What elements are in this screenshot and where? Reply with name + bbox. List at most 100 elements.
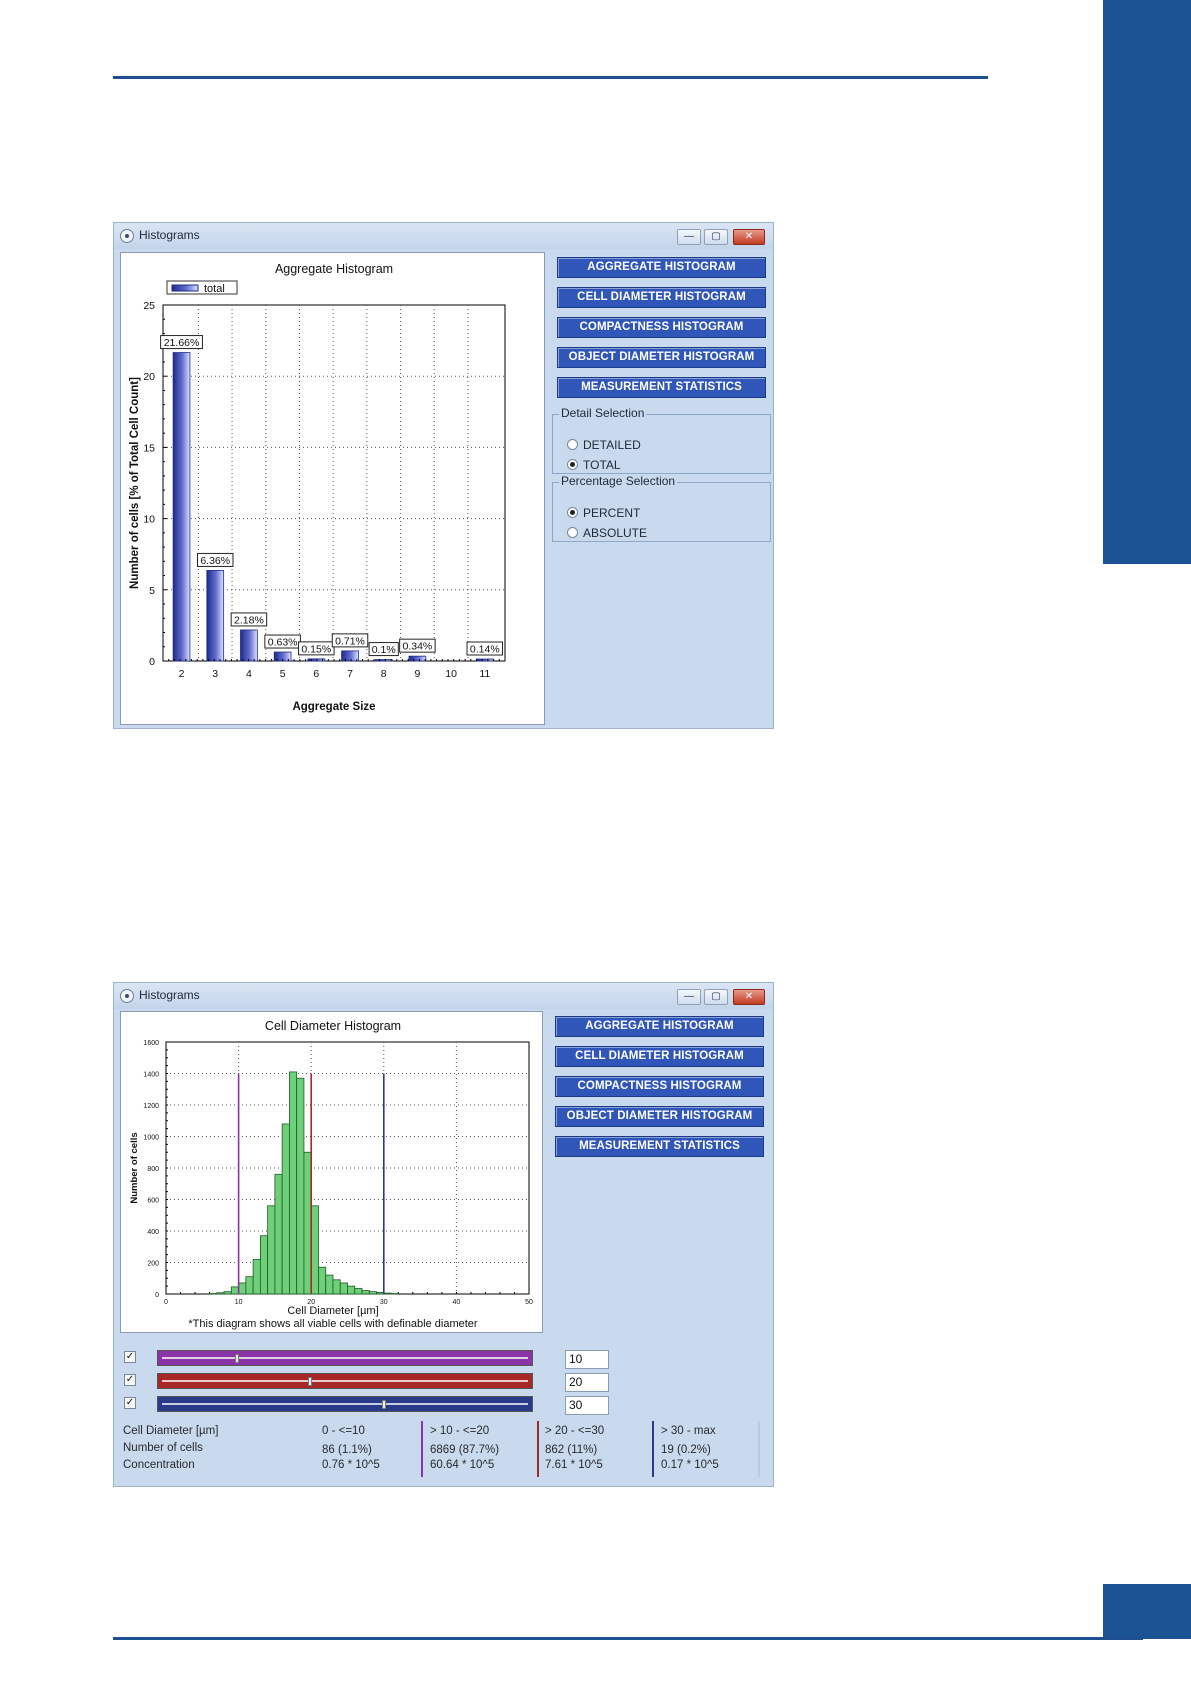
radio-absolute-circle[interactable] bbox=[567, 527, 578, 538]
compactness-histogram-button[interactable]: COMPACTNESS HISTOGRAM bbox=[555, 1076, 764, 1097]
slider-3-thumb[interactable] bbox=[381, 1400, 386, 1409]
radio-total[interactable]: TOTAL bbox=[567, 458, 621, 472]
close-button[interactable]: ✕ bbox=[733, 989, 765, 1005]
aggregate-plot-panel: Aggregate Histogram total 0 5 10 15 20 25 2 21.66… bbox=[120, 252, 545, 725]
minimize-button[interactable]: — bbox=[677, 229, 701, 245]
stats-col2-range: > 10 - <=20 bbox=[430, 1425, 490, 1437]
slider-2-thumb[interactable] bbox=[308, 1377, 313, 1386]
stats-col4-conc: 0.17 * 10^5 bbox=[661, 1459, 719, 1471]
x-tick-label: 9 bbox=[414, 668, 420, 680]
app-icon bbox=[120, 989, 134, 1003]
radio-absolute-label: ABSOLUTE bbox=[583, 526, 648, 540]
cell-diameter-plot-panel: Cell Diameter Histogram 0 200 400 600 800 1000… bbox=[120, 1011, 543, 1333]
window-titlebar[interactable]: Histograms — ▢ ✕ bbox=[114, 223, 773, 249]
data-label: 0.15% bbox=[301, 643, 331, 655]
stats-col2-count: 6869 (87.7%) bbox=[430, 1444, 500, 1456]
x-tick-label: 5 bbox=[280, 668, 286, 680]
data-label: 21.66% bbox=[164, 337, 200, 349]
object-diameter-histogram-button[interactable]: OBJECT DIAMETER HISTOGRAM bbox=[557, 347, 766, 368]
y-tick-label: 25 bbox=[143, 300, 155, 312]
statistics-table: Cell Diameter [µm] Number of cells Conce… bbox=[114, 1421, 775, 1483]
x-tick-label: 50 bbox=[525, 1299, 533, 1306]
histogram-bar bbox=[230, 1286, 239, 1295]
x-axis-label: Cell Diameter [µm] bbox=[287, 1305, 378, 1317]
x-tick-label: 10 bbox=[235, 1299, 243, 1306]
x-tick-label: 6 bbox=[313, 668, 319, 680]
minimize-button[interactable]: — bbox=[677, 989, 701, 1005]
object-diameter-histogram-button[interactable]: OBJECT DIAMETER HISTOGRAM bbox=[555, 1106, 764, 1127]
chart-title: Cell Diameter Histogram bbox=[265, 1019, 401, 1033]
stats-col3-count: 862 (11%) bbox=[545, 1444, 598, 1456]
y-tick-label: 1400 bbox=[143, 1072, 159, 1079]
stats-col1-conc: 0.76 * 10^5 bbox=[322, 1459, 380, 1471]
slider-1-track[interactable] bbox=[157, 1350, 533, 1366]
radio-detailed[interactable]: DETAILED bbox=[567, 438, 641, 452]
histogram-bar bbox=[267, 1205, 276, 1295]
stats-col2-conc: 60.64 * 10^5 bbox=[430, 1459, 495, 1471]
histogram-bar bbox=[216, 1292, 225, 1295]
measurement-statistics-button[interactable]: MEASUREMENT STATISTICS bbox=[557, 377, 766, 398]
x-tick-label: 0 bbox=[164, 1299, 168, 1306]
slider-2-track[interactable] bbox=[157, 1373, 533, 1389]
maximize-button[interactable]: ▢ bbox=[704, 989, 728, 1005]
window-titlebar[interactable]: Histograms — ▢ ✕ bbox=[114, 983, 773, 1009]
slider-2-checkbox[interactable]: ✓ bbox=[124, 1374, 136, 1386]
radio-percent[interactable]: PERCENT bbox=[567, 506, 640, 520]
close-button[interactable]: ✕ bbox=[733, 229, 765, 245]
cell-diameter-histogram-chart: Cell Diameter Histogram02004006008001000… bbox=[129, 1019, 533, 1330]
slider-1-value-field[interactable]: 10 bbox=[565, 1350, 609, 1369]
histogram-bar bbox=[325, 1274, 334, 1295]
slider-1-checkbox[interactable]: ✓ bbox=[124, 1351, 136, 1363]
y-tick-label: 800 bbox=[147, 1166, 159, 1173]
bar bbox=[408, 655, 427, 662]
data-label: 0.14% bbox=[470, 644, 500, 656]
measurement-statistics-button[interactable]: MEASUREMENT STATISTICS bbox=[555, 1136, 764, 1157]
slider-row-2: ✓ 20 bbox=[124, 1373, 624, 1392]
histogram-bar bbox=[318, 1266, 327, 1295]
radio-total-circle[interactable] bbox=[567, 459, 578, 470]
slider-3-value-field[interactable]: 30 bbox=[565, 1396, 609, 1415]
x-tick-label: 7 bbox=[347, 668, 353, 680]
radio-detailed-circle[interactable] bbox=[567, 439, 578, 450]
aggregate-histogram-button[interactable]: AGGREGATE HISTOGRAM bbox=[557, 257, 766, 278]
stats-col1-range: 0 - <=10 bbox=[322, 1425, 365, 1437]
slider-2-value-field[interactable]: 20 bbox=[565, 1373, 609, 1392]
radio-percent-label: PERCENT bbox=[583, 506, 641, 520]
data-label: 2.18% bbox=[234, 614, 264, 626]
x-tick-label: 40 bbox=[453, 1299, 461, 1306]
maximize-button[interactable]: ▢ bbox=[704, 229, 728, 245]
detail-selection-group: Detail Selection DETAILED TOTAL bbox=[552, 406, 771, 474]
aggregate-histogram-button[interactable]: AGGREGATE HISTOGRAM bbox=[555, 1016, 764, 1037]
y-tick-label: 1000 bbox=[143, 1135, 159, 1142]
slider-3-checkbox[interactable]: ✓ bbox=[124, 1397, 136, 1409]
chart-title: Aggregate Histogram bbox=[275, 262, 393, 276]
radio-absolute[interactable]: ABSOLUTE bbox=[567, 526, 647, 540]
x-tick-label: 30 bbox=[380, 1299, 388, 1306]
chapter-side-tab bbox=[1103, 0, 1191, 564]
legend-label: total bbox=[204, 283, 225, 295]
cell-diameter-histogram-button[interactable]: CELL DIAMETER HISTOGRAM bbox=[557, 287, 766, 308]
window-title: Histograms bbox=[139, 988, 200, 1002]
data-label: 0.63% bbox=[268, 637, 298, 649]
bar bbox=[172, 352, 191, 662]
slider-3-track[interactable] bbox=[157, 1396, 533, 1412]
histogram-bar bbox=[354, 1288, 363, 1295]
histogram-bar bbox=[383, 1292, 392, 1295]
cell-diameter-histogram-button[interactable]: CELL DIAMETER HISTOGRAM bbox=[555, 1046, 764, 1067]
stats-col3-conc: 7.61 * 10^5 bbox=[545, 1459, 603, 1471]
histogram-bar bbox=[238, 1282, 247, 1295]
bar bbox=[374, 659, 393, 662]
stats-col4-range: > 30 - max bbox=[661, 1425, 716, 1437]
radio-percent-circle[interactable] bbox=[567, 507, 578, 518]
page-corner-box bbox=[1103, 1584, 1191, 1639]
compactness-histogram-button[interactable]: COMPACTNESS HISTOGRAM bbox=[557, 317, 766, 338]
stats-separator-3 bbox=[652, 1421, 654, 1477]
slider-row-3: ✓ 30 bbox=[124, 1396, 624, 1415]
histogram-bar bbox=[289, 1071, 298, 1295]
histogram-bar bbox=[296, 1077, 305, 1295]
y-tick-label: 0 bbox=[149, 656, 155, 668]
slider-1-thumb[interactable] bbox=[235, 1354, 240, 1363]
x-axis-label: Aggregate Size bbox=[292, 701, 375, 713]
bottom-rule bbox=[113, 1637, 1143, 1640]
detail-selection-label: Detail Selection bbox=[559, 406, 647, 420]
